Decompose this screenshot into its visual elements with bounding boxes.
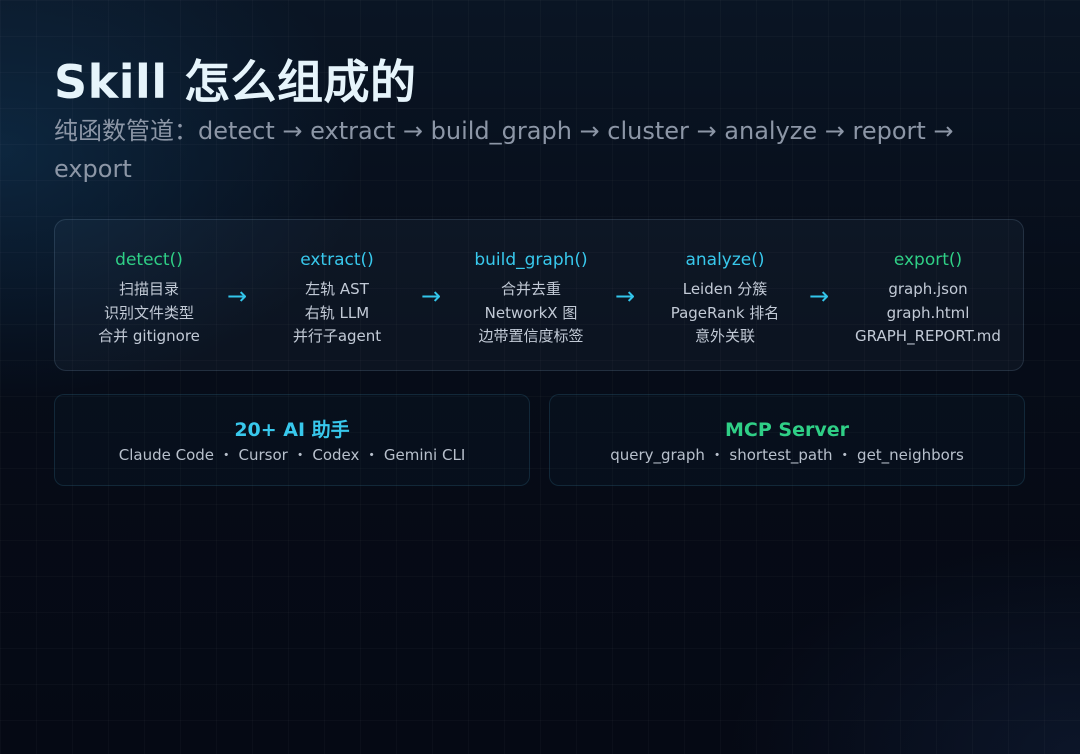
ai-assistants-card: 20+ AI 助手 Claude Code ・ Cursor ・ Codex ・… <box>54 394 530 486</box>
stage-line: 右轨 LLM <box>304 303 370 322</box>
stage-title: build_graph() <box>474 250 588 270</box>
stage-title: analyze() <box>685 250 765 270</box>
stage-line: graph.json <box>888 280 968 298</box>
stage-line: graph.html <box>886 303 970 322</box>
stage-detect: detect() 扫描目录 识别文件类型 合并 gitignore <box>54 248 244 349</box>
stage-line: 扫描目录 <box>118 280 179 298</box>
stage-line: 合并 gitignore <box>98 327 200 345</box>
card-line: Claude Code ・ Cursor ・ Codex ・ Gemini CL… <box>118 446 466 464</box>
stage-line: PageRank 排名 <box>670 303 780 322</box>
stage-line: 意外关联 <box>694 327 755 345</box>
stage-title: export() <box>893 250 963 270</box>
card-line: query_graph ・ shortest_path ・ get_neighb… <box>610 446 964 464</box>
stage-line: 边带置信度标签 <box>478 327 584 345</box>
stage-title: detect() <box>115 250 183 270</box>
page-subtitle: 纯函数管道：detect → extract → build_graph → c… <box>54 117 954 183</box>
page-title: Skill 怎么组成的 <box>54 55 417 109</box>
stage-export: export() graph.json graph.html GRAPH_REP… <box>833 248 1023 349</box>
stage-line: 合并去重 <box>500 280 561 298</box>
pipeline-panel: detect() 扫描目录 识别文件类型 合并 gitignore → extr… <box>54 219 1024 371</box>
stage-line: 左轨 AST <box>305 280 369 298</box>
stage-title: extract() <box>300 250 374 270</box>
stage-analyze: analyze() Leiden 分簇 PageRank 排名 意外关联 <box>630 248 820 349</box>
stage-extract: extract() 左轨 AST 右轨 LLM 并行子agent <box>242 248 432 349</box>
stage-line: Leiden 分簇 <box>682 280 768 298</box>
arrow-right-icon: → <box>809 282 830 310</box>
stage-build-graph: build_graph() 合并去重 NetworkX 图 边带置信度标签 <box>436 248 626 349</box>
stage-line: NetworkX 图 <box>484 303 578 322</box>
mcp-server-card: MCP Server query_graph ・ shortest_path ・… <box>549 394 1025 486</box>
card-title: 20+ AI 助手 <box>234 419 350 441</box>
stage-line: GRAPH_REPORT.md <box>855 327 1001 345</box>
stage-line: 识别文件类型 <box>103 303 194 322</box>
stage-line: 并行子agent <box>292 327 382 345</box>
card-title: MCP Server <box>725 419 849 441</box>
